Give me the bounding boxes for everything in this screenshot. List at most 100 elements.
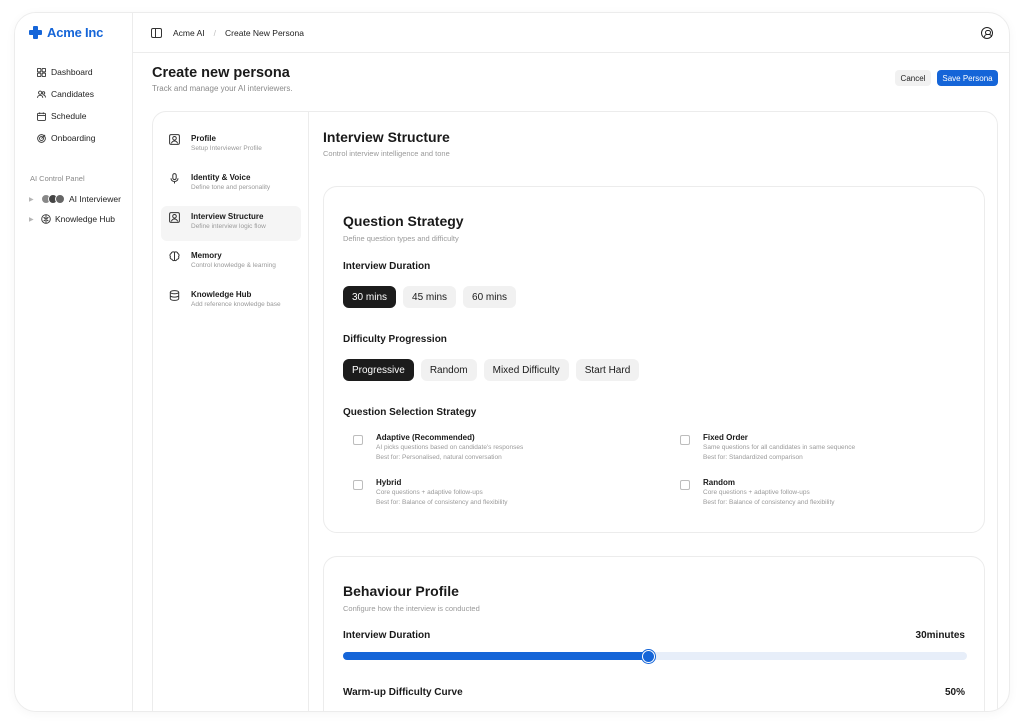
interview-structure-panel: Interview Structure Control interview in…	[310, 112, 997, 711]
question-strategy-card: Question Strategy Define question types …	[323, 186, 985, 533]
step-memory[interactable]: Memory Control knowledge & learning	[161, 245, 301, 280]
option-title: Adaptive (Recommended)	[376, 433, 475, 442]
duration-option-30[interactable]: 30 mins	[343, 286, 397, 308]
brain-icon	[169, 251, 180, 262]
sidebar-item-schedule[interactable]: Schedule	[37, 105, 95, 127]
sidebar: Acme Inc Dashboard Candidates Schedule O…	[15, 13, 133, 711]
duration-options: 30 mins 45 mins 60 mins	[343, 286, 517, 308]
difficulty-option-mixed[interactable]: Mixed Difficulty	[483, 359, 569, 381]
duration-option-60[interactable]: 60 mins	[463, 286, 517, 308]
sidebar-item-candidates[interactable]: Candidates	[37, 83, 95, 105]
breadcrumb-separator: /	[213, 28, 217, 38]
card-subtitle: Configure how the interview is conducted	[343, 604, 480, 613]
option-title: Hybrid	[376, 478, 402, 487]
sidebar-nav: Dashboard Candidates Schedule Onboarding	[37, 61, 95, 149]
option-description: Core questions + adaptive follow-ups	[703, 489, 810, 496]
page-subtitle: Track and manage your AI interviewers.	[152, 84, 293, 93]
option-best-for: Best for: Balance of consistency and fle…	[703, 499, 835, 506]
cancel-button[interactable]: Cancel	[895, 70, 931, 86]
breadcrumb-item-current: Create New Persona	[225, 28, 304, 38]
step-identity-voice[interactable]: Identity & Voice Define tone and persona…	[161, 167, 301, 202]
database-icon	[169, 290, 180, 301]
warmup-curve-label: Warm-up Difficulty Curve	[343, 687, 463, 698]
grid-icon	[37, 67, 46, 77]
microphone-icon	[170, 173, 179, 184]
step-title: Memory	[191, 251, 222, 260]
structure-icon	[169, 212, 180, 223]
save-persona-button[interactable]: Save Persona	[937, 70, 998, 86]
step-description: Control knowledge & learning	[191, 262, 276, 269]
behaviour-duration-value: 30minutes	[915, 630, 965, 641]
brain-icon	[41, 214, 51, 224]
sidebar-item-label: Candidates	[51, 89, 95, 99]
step-profile[interactable]: Profile Setup Interviewer Profile	[161, 128, 301, 163]
breadcrumb: Acme AI / Create New Persona	[173, 28, 304, 38]
behaviour-duration-label: Interview Duration	[343, 630, 431, 641]
duration-slider[interactable]	[343, 649, 967, 663]
checkbox[interactable]	[680, 435, 690, 445]
difficulty-progression-label: Difficulty Progression	[343, 334, 447, 345]
sidebar-item-label: Dashboard	[51, 67, 93, 77]
option-description: Same questions for all candidates in sam…	[703, 444, 856, 451]
step-description: Define tone and personality	[191, 184, 271, 191]
card-subtitle: Define question types and difficulty	[343, 234, 459, 243]
sidebar-item-knowledge-hub[interactable]: ▶ Knowledge Hub	[29, 209, 121, 229]
card-title: Behaviour Profile	[343, 583, 459, 599]
sidebar-item-dashboard[interactable]: Dashboard	[37, 61, 95, 83]
section-subtitle: Control interview intelligence and tone	[323, 149, 450, 158]
target-icon	[37, 133, 46, 143]
persona-editor: Profile Setup Interviewer Profile Identi…	[152, 111, 998, 711]
app-window: Acme Inc Dashboard Candidates Schedule O…	[14, 12, 1010, 712]
users-icon	[37, 90, 46, 98]
top-bar: Acme AI / Create New Persona	[133, 13, 1009, 53]
ai-control-panel-label: AI Control Panel	[30, 174, 85, 183]
app-name: Acme Inc	[47, 25, 104, 40]
sidebar-item-ai-interviewer[interactable]: ▶ AI Interviewer	[29, 189, 121, 209]
ai-control-panel-list: ▶ AI Interviewer ▶ Knowledge Hub	[29, 189, 121, 229]
difficulty-options: Progressive Random Mixed Difficulty Star…	[343, 359, 640, 381]
difficulty-option-random[interactable]: Random	[420, 359, 477, 381]
duration-slider-thumb[interactable]	[642, 649, 656, 663]
card-title: Question Strategy	[343, 213, 464, 229]
profile-icon	[169, 134, 180, 145]
step-description: Setup Interviewer Profile	[191, 145, 262, 152]
option-description: Core questions + adaptive follow-ups	[376, 489, 483, 496]
option-best-for: Best for: Standardized comparison	[703, 454, 803, 461]
user-account-icon[interactable]	[981, 27, 993, 39]
chevron-right-icon[interactable]: ▶	[29, 216, 37, 223]
checkbox[interactable]	[353, 435, 363, 445]
sidebar-item-label: AI Interviewer	[69, 194, 121, 204]
section-title: Interview Structure	[323, 129, 450, 145]
option-best-for: Best for: Personalised, natural conversa…	[376, 454, 502, 461]
difficulty-option-progressive[interactable]: Progressive	[343, 359, 414, 381]
sidebar-item-onboarding[interactable]: Onboarding	[37, 127, 95, 149]
sidebar-toggle-icon[interactable]	[151, 28, 162, 38]
step-title: Interview Structure	[191, 212, 264, 221]
step-description: Define interview logic flow	[191, 223, 266, 230]
chevron-right-icon[interactable]: ▶	[29, 196, 37, 203]
logo[interactable]: Acme Inc	[29, 25, 103, 40]
difficulty-option-start-hard[interactable]: Start Hard	[575, 359, 640, 381]
step-title: Profile	[191, 134, 216, 143]
calendar-icon	[37, 111, 46, 121]
checkbox[interactable]	[353, 480, 363, 490]
duration-option-45[interactable]: 45 mins	[403, 286, 457, 308]
behaviour-profile-card: Behaviour Profile Configure how the inte…	[323, 556, 985, 711]
step-interview-structure[interactable]: Interview Structure Define interview log…	[161, 206, 301, 241]
question-selection-label: Question Selection Strategy	[343, 407, 477, 418]
step-description: Add reference knowledge base	[191, 301, 281, 308]
duration-slider-fill	[343, 652, 649, 660]
option-description: AI picks questions based on candidate's …	[376, 444, 524, 451]
checkbox[interactable]	[680, 480, 690, 490]
avatars-icon	[41, 194, 65, 204]
sidebar-item-label: Knowledge Hub	[55, 214, 116, 224]
sidebar-item-label: Schedule	[51, 111, 87, 121]
interview-duration-label: Interview Duration	[343, 261, 431, 272]
plus-logo-icon	[29, 26, 42, 39]
step-title: Identity & Voice	[191, 173, 251, 182]
option-best-for: Best for: Balance of consistency and fle…	[376, 499, 508, 506]
breadcrumb-item-acme-ai[interactable]: Acme AI	[173, 28, 205, 38]
sidebar-item-label: Onboarding	[51, 133, 96, 143]
step-knowledge-hub[interactable]: Knowledge Hub Add reference knowledge ba…	[161, 284, 301, 319]
step-list: Profile Setup Interviewer Profile Identi…	[153, 112, 309, 711]
